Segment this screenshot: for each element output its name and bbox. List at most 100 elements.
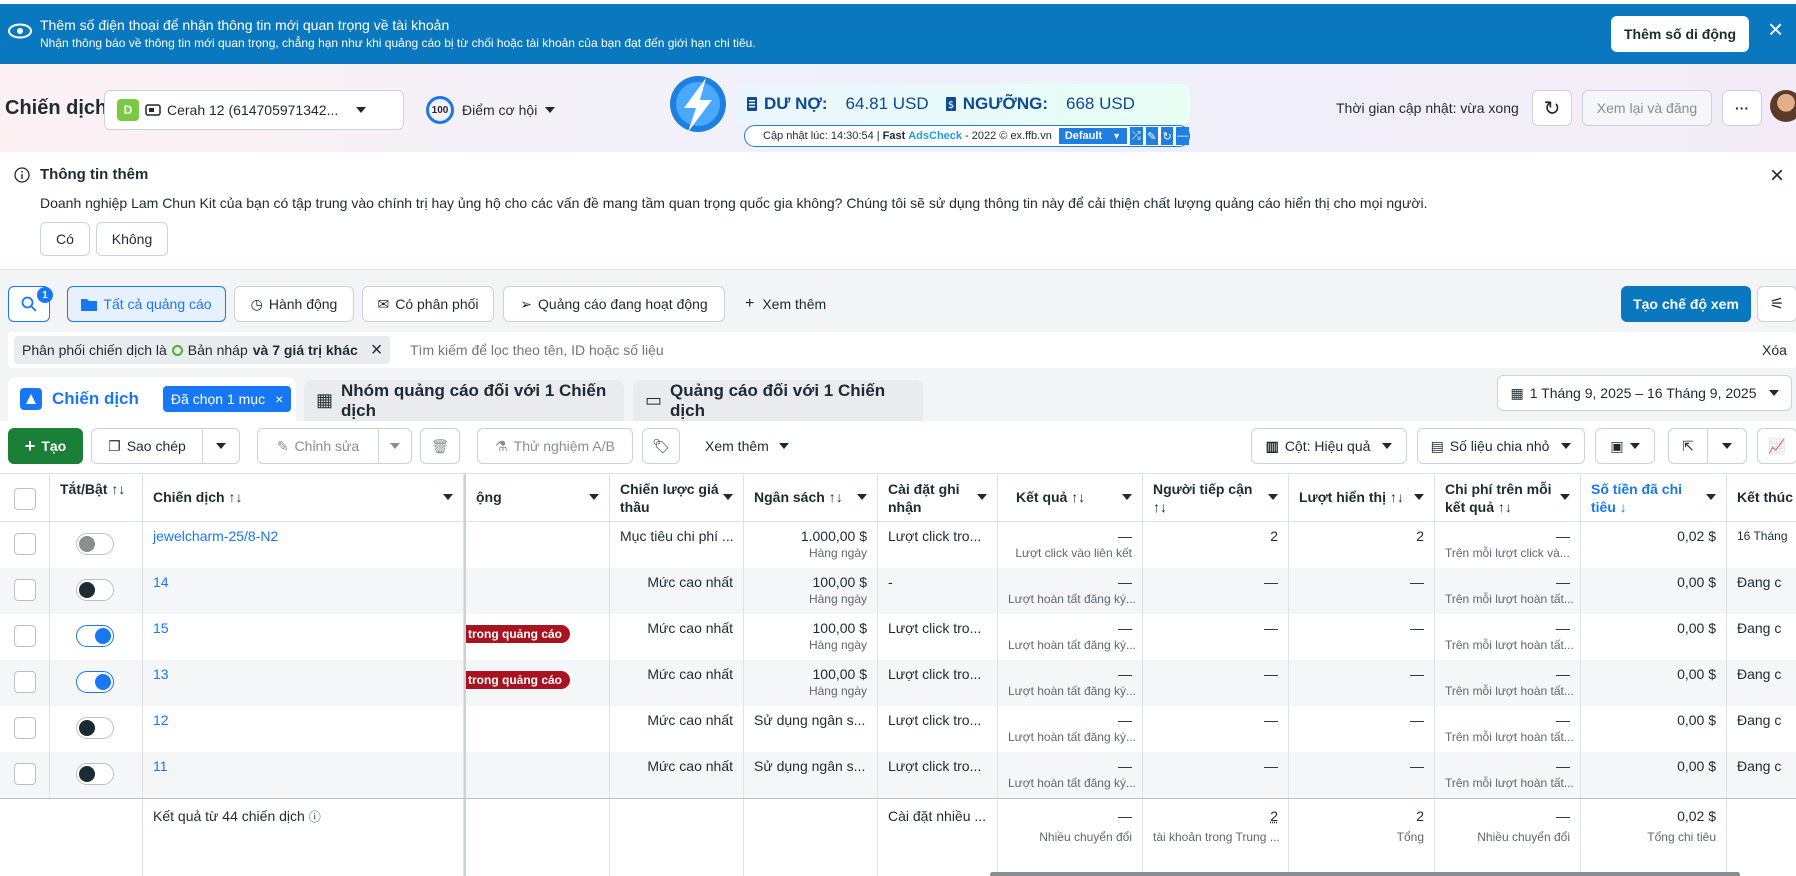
refresh-icon[interactable]: ↻ bbox=[1161, 127, 1174, 145]
cpr-sub: Trên mỗi lượt hoàn tất... bbox=[1445, 638, 1574, 652]
campaign-toggle[interactable] bbox=[76, 717, 114, 739]
col-impressions[interactable]: Lượt hiển thị ↑↓ bbox=[1289, 474, 1435, 522]
col-toggle[interactable]: Tắt/Bật ↑↓ bbox=[50, 474, 143, 522]
campaign-name-link[interactable]: jewelcharm-25/8-N2 bbox=[153, 528, 278, 544]
close-icon[interactable]: × bbox=[275, 391, 283, 407]
col-reach[interactable]: Người tiếp cận ↑↓ bbox=[1143, 474, 1289, 522]
tab-campaigns[interactable]: Chiến dịch Đã chọn 1 mục × bbox=[8, 377, 296, 421]
adscheck-mode-select[interactable]: Default ▼ bbox=[1058, 128, 1128, 144]
tag-button[interactable]: 🏷 bbox=[642, 428, 680, 464]
review-publish-button[interactable]: Xem lại và đăng bbox=[1582, 90, 1712, 126]
remove-filter-icon[interactable]: × bbox=[371, 339, 383, 362]
info-circle-icon[interactable]: ⓘ bbox=[309, 810, 321, 824]
edit-button[interactable]: ✎ Chỉnh sửa bbox=[257, 428, 379, 464]
table-row[interactable]: 14 Mức cao nhất 100,00 $ Hàng ngày - — Lượt ho… bbox=[0, 568, 1796, 614]
row-checkbox-cell bbox=[0, 752, 50, 798]
col-results[interactable]: Kết quả ↑↓ bbox=[998, 474, 1143, 522]
export-button[interactable]: ⇱ bbox=[1668, 428, 1708, 464]
footer-results-value: — bbox=[1118, 808, 1132, 824]
edit-dropdown[interactable] bbox=[378, 428, 412, 464]
toolbar-see-more[interactable]: Xem thêm bbox=[705, 438, 789, 454]
delivery-button[interactable]: ✉ Có phân phối bbox=[362, 286, 494, 322]
campaign-toggle[interactable] bbox=[76, 625, 114, 647]
create-button[interactable]: + Tạo bbox=[8, 428, 83, 464]
horizontal-scrollbar[interactable] bbox=[990, 872, 1740, 876]
reach-value: — bbox=[1264, 666, 1278, 682]
tab-ads[interactable]: ▭ Quảng cáo đối với 1 Chiến dịch bbox=[633, 380, 923, 421]
row-checkbox[interactable] bbox=[14, 717, 36, 739]
col-delivery[interactable]: ộng bbox=[464, 474, 610, 522]
add-phone-button[interactable]: Thêm số di động bbox=[1611, 16, 1749, 52]
select-all-checkbox[interactable] bbox=[14, 488, 36, 510]
opportunity-score[interactable]: 100 Điểm cơ hội bbox=[426, 96, 556, 124]
col-budget[interactable]: Ngân sách ↑↓ bbox=[744, 474, 878, 522]
shuffle-icon[interactable]: ⤮ bbox=[1130, 127, 1143, 145]
selected-chip[interactable]: Đã chọn 1 mục × bbox=[162, 386, 292, 412]
spent-value: 0,02 $ bbox=[1677, 528, 1716, 544]
breakdown-button[interactable]: ▤ Số liệu chia nhỏ bbox=[1417, 428, 1585, 464]
clear-filters-link[interactable]: Xóa bbox=[1762, 342, 1787, 358]
col-cost-per-result[interactable]: Chi phí trên mỗi kết quả ↑↓ bbox=[1435, 474, 1581, 522]
duplicate-dropdown[interactable] bbox=[202, 428, 240, 464]
col-campaign[interactable]: Chiến dịch ↑↓ bbox=[143, 474, 464, 522]
minimize-icon[interactable]: — bbox=[1176, 127, 1189, 145]
ab-test-button[interactable]: ⚗ Thử nghiệm A/B bbox=[477, 428, 633, 464]
edit-icon[interactable]: ✎ bbox=[1145, 127, 1158, 145]
row-checkbox[interactable] bbox=[14, 763, 36, 785]
refresh-button[interactable]: ↻ bbox=[1532, 90, 1572, 126]
create-view-button[interactable]: Tạo chế độ xem bbox=[1621, 286, 1751, 322]
campaign-name-link[interactable]: 12 bbox=[153, 712, 169, 728]
table-row[interactable]: 15 trong quảng cáo Mức cao nhất 100,00 $ Hàn… bbox=[0, 614, 1796, 660]
chart-button[interactable]: 📈 bbox=[1757, 428, 1796, 464]
avatar[interactable] bbox=[1770, 90, 1796, 122]
filter-search-input[interactable] bbox=[410, 336, 1210, 364]
row-checkbox[interactable] bbox=[14, 533, 36, 555]
col-end[interactable]: Kết thúc bbox=[1727, 474, 1796, 522]
row-checkbox[interactable] bbox=[14, 625, 36, 647]
more-options-button[interactable]: ··· bbox=[1722, 90, 1762, 126]
row-checkbox[interactable] bbox=[14, 579, 36, 601]
toggle-knob bbox=[79, 582, 95, 598]
dollar-doc-icon: $ bbox=[943, 96, 959, 112]
export-dropdown[interactable] bbox=[1707, 428, 1747, 464]
account-selector[interactable]: D Cerah 12 (614705971342... bbox=[104, 90, 404, 130]
date-range-picker[interactable]: ▦ 1 Tháng 9, 2025 – 16 Tháng 9, 2025 bbox=[1497, 375, 1792, 411]
tab-adsets[interactable]: ▦ Nhóm quảng cáo đối với 1 Chiến dịch bbox=[304, 380, 624, 421]
campaign-name-link[interactable]: 13 bbox=[153, 666, 169, 682]
campaign-toggle[interactable] bbox=[76, 671, 114, 693]
info-close-icon[interactable]: × bbox=[1770, 162, 1784, 190]
campaign-name-link[interactable]: 14 bbox=[153, 574, 169, 590]
reports-button[interactable]: ▣ bbox=[1595, 428, 1655, 464]
campaign-toggle[interactable] bbox=[76, 533, 114, 555]
delete-button[interactable]: 🗑 bbox=[420, 428, 460, 464]
no-button[interactable]: Không bbox=[96, 222, 168, 256]
campaign-name-link[interactable]: 11 bbox=[153, 758, 168, 774]
campaign-toggle[interactable] bbox=[76, 579, 114, 601]
table-row[interactable]: 11 Mức cao nhất Sử dụng ngân s... Lượt clic… bbox=[0, 752, 1796, 798]
table-row[interactable]: 13 trong quảng cáo Mức cao nhất 100,00 $ Hàn… bbox=[0, 660, 1796, 706]
col-bid-strategy[interactable]: Chiến lược giá thầu bbox=[610, 474, 744, 522]
reach-cell: — bbox=[1143, 706, 1289, 752]
col-amount-spent[interactable]: Số tiền đã chi tiêu ↓ bbox=[1581, 474, 1727, 522]
table-row[interactable]: jewelcharm-25/8-N2 Mục tiêu chi phí ... 1.… bbox=[0, 522, 1796, 568]
duplicate-button[interactable]: ❐ Sao chép bbox=[91, 428, 203, 464]
campaign-name-link[interactable]: 15 bbox=[153, 620, 169, 636]
footer-results-sub: Nhiều chuyển đổi bbox=[1039, 830, 1132, 844]
see-more-filters[interactable]: + Xem thêm bbox=[745, 296, 826, 313]
filter-chip[interactable]: Phân phối chiến dịch là Bản nháp và 7 gi… bbox=[14, 336, 391, 364]
campaign-toggle[interactable] bbox=[76, 763, 114, 785]
active-ads-button[interactable]: ➢ Quảng cáo đang hoạt động bbox=[503, 286, 725, 322]
row-checkbox[interactable] bbox=[14, 671, 36, 693]
end-cell: Đang c bbox=[1727, 660, 1796, 706]
chevron-down-icon bbox=[443, 494, 453, 500]
table-row[interactable]: 12 Mức cao nhất Sử dụng ngân s... Lượt clic… bbox=[0, 706, 1796, 752]
close-icon[interactable]: × bbox=[1768, 16, 1783, 42]
all-ads-button[interactable]: Tất cả quảng cáo bbox=[67, 286, 226, 322]
yes-button[interactable]: Có bbox=[40, 222, 90, 256]
impressions-cell: — bbox=[1289, 752, 1435, 798]
settings-sliders-button[interactable]: ⚟ bbox=[1757, 286, 1796, 322]
spent-cell: 0,00 $ bbox=[1581, 614, 1727, 660]
actions-button[interactable]: ◷ Hành động bbox=[234, 286, 354, 322]
columns-button[interactable]: ▥ Cột: Hiệu quả bbox=[1251, 428, 1407, 464]
col-attribution[interactable]: Cài đặt ghi nhận bbox=[878, 474, 998, 522]
